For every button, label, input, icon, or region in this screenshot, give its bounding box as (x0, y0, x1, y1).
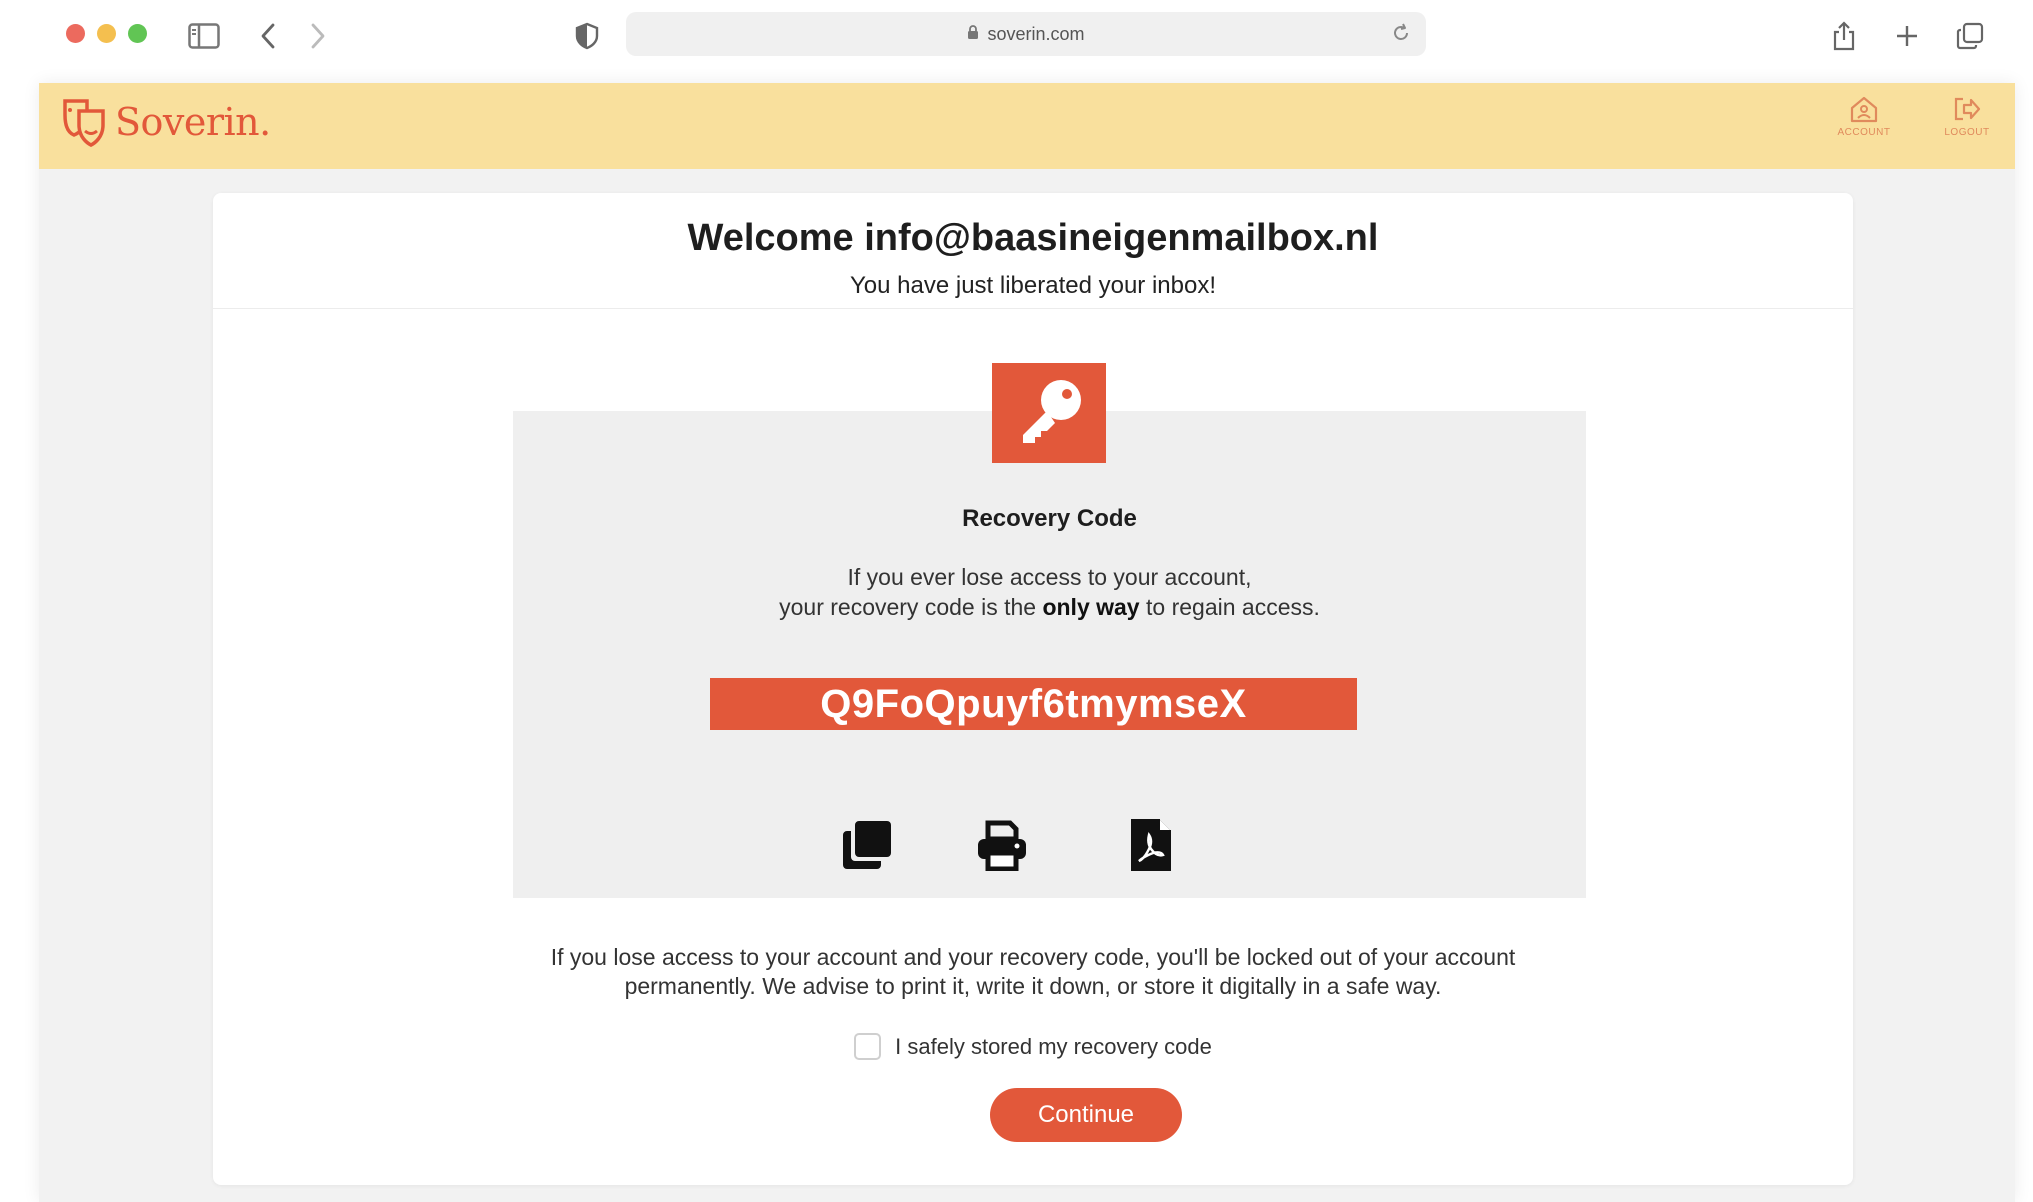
address-bar[interactable]: soverin.com (626, 12, 1426, 56)
forward-icon[interactable] (300, 18, 336, 54)
shield-privacy-icon[interactable] (569, 18, 605, 54)
key-icon (1023, 380, 1081, 443)
description-line-2-start: your recovery code is the (779, 594, 1043, 620)
zoom-window-button[interactable] (128, 24, 147, 43)
tab-overview-icon[interactable] (1952, 18, 1988, 54)
logout-icon (1954, 97, 1981, 121)
account-label: ACCOUNT (1837, 127, 1891, 138)
lock-icon (967, 24, 979, 45)
account-button[interactable]: ACCOUNT (1829, 95, 1899, 138)
warning-text: If you lose access to your account and y… (213, 943, 1853, 1001)
confirmation-row: I safely stored my recovery code (213, 1033, 1853, 1060)
description-emphasis: only way (1042, 594, 1140, 620)
recovery-code[interactable]: Q9FoQpuyf6tmymseX (710, 678, 1357, 730)
print-icon[interactable] (972, 815, 1032, 875)
warning-line-2: permanently. We advise to print it, writ… (624, 973, 1442, 999)
recovery-code-title: Recovery Code (962, 505, 1137, 532)
stored-code-checkbox[interactable] (854, 1033, 882, 1060)
continue-button[interactable]: Continue (990, 1088, 1182, 1142)
warning-line-1: If you lose access to your account and y… (550, 944, 1516, 970)
page-title: Welcome info@baasineigenmailbox.nl (687, 217, 1379, 259)
shield-logo-icon (63, 99, 105, 147)
home-account-icon (1850, 96, 1878, 123)
recovery-card: Welcome info@baasineigenmailbox.nl You h… (213, 193, 1853, 1185)
card-header: Welcome info@baasineigenmailbox.nl You h… (213, 193, 1853, 309)
window-controls (66, 24, 147, 43)
minimize-window-button[interactable] (97, 24, 116, 43)
stored-code-label[interactable]: I safely stored my recovery code (895, 1034, 1212, 1060)
logout-label: LOGOUT (1944, 127, 1990, 138)
page-subtitle: You have just liberated your inbox! (849, 272, 1217, 299)
browser-toolbar: soverin.com (0, 0, 2033, 78)
brand-logo[interactable]: Soverin. (61, 97, 271, 147)
share-icon[interactable] (1826, 18, 1862, 54)
description-line-1: If you ever lose access to your account, (847, 564, 1252, 590)
description-line-2-end: to regain access. (1139, 594, 1320, 620)
app-header: Soverin. ACCOUNT LOGOUT (39, 83, 2015, 169)
pdf-icon[interactable] (1121, 815, 1181, 875)
logout-button[interactable]: LOGOUT (1932, 95, 2002, 138)
brand-name: Soverin. (115, 100, 271, 144)
url-text: soverin.com (987, 23, 1085, 44)
app-viewport: Soverin. ACCOUNT LOGOUT Welcome info@baa… (39, 83, 2015, 1202)
back-icon[interactable] (250, 18, 286, 54)
key-badge (992, 363, 1106, 463)
description-line-2: your recovery code is the only way to re… (513, 592, 1586, 622)
sidebar-toggle-icon[interactable] (186, 18, 222, 54)
recovery-code-panel: Recovery Code If you ever lose access to… (513, 411, 1586, 898)
recovery-code-description: If you ever lose access to your account,… (513, 562, 1586, 622)
reload-icon[interactable] (1390, 22, 1412, 49)
copy-icon[interactable] (837, 815, 897, 875)
new-tab-icon[interactable] (1889, 18, 1925, 54)
close-window-button[interactable] (66, 24, 85, 43)
